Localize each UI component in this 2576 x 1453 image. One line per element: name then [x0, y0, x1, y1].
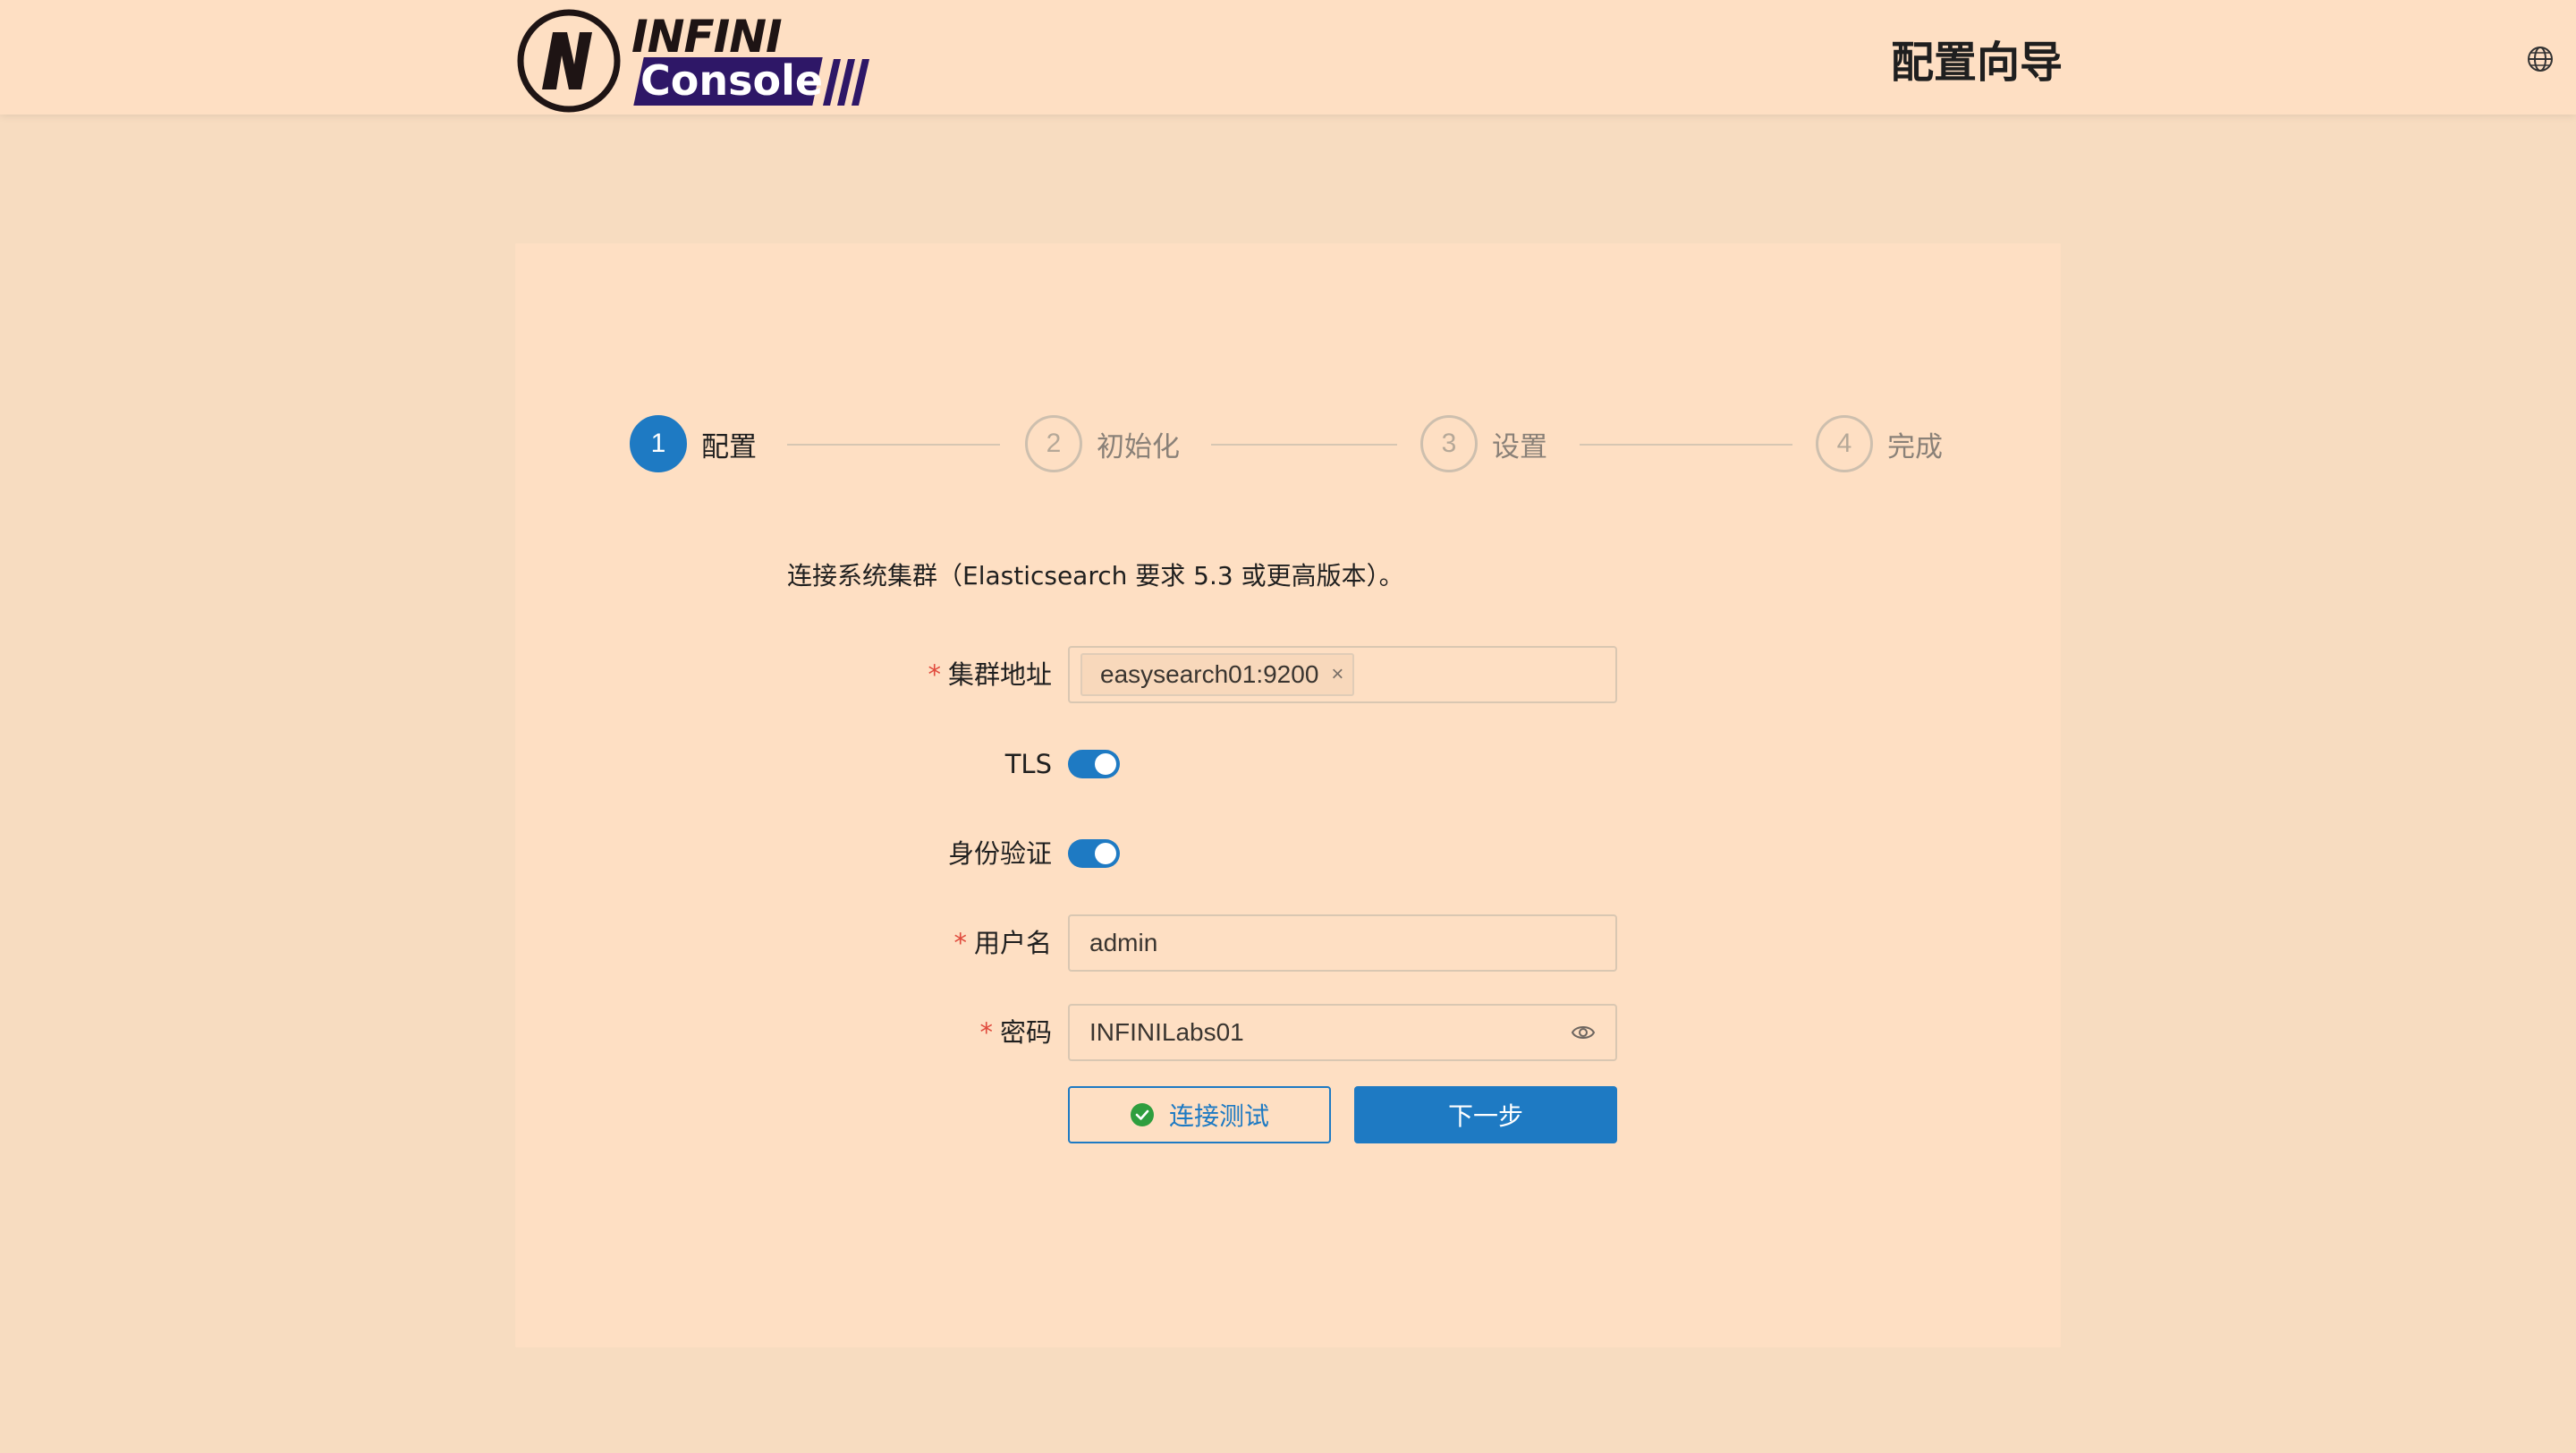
step-initialize: 2 初始化	[1025, 415, 1180, 472]
username-label: * 用户名	[784, 925, 1052, 961]
step-complete: 4 完成	[1816, 415, 1943, 472]
step-label: 配置	[701, 430, 757, 463]
password-label-text: 密码	[999, 1017, 1052, 1048]
tag-close-icon[interactable]: ×	[1331, 662, 1343, 687]
step-connector	[1211, 444, 1397, 446]
username-value: admin	[1089, 929, 1158, 956]
step-connector	[1580, 444, 1792, 446]
logo-stripes-icon	[823, 59, 869, 106]
step-number: 1	[630, 415, 687, 472]
check-circle-icon	[1130, 1103, 1154, 1126]
auth-label: 身份验证	[947, 838, 1052, 869]
setup-steps: 1 配置 2 初始化 3 设置 4 完成	[630, 415, 1946, 472]
cluster-address-input[interactable]: easysearch01:9200 ×	[1068, 646, 1617, 703]
password-value: INFINILabs01	[1089, 1018, 1244, 1046]
username-label-text: 用户名	[973, 928, 1052, 958]
logo-mark-icon	[517, 9, 621, 113]
page-title: 配置向导	[1890, 38, 2063, 88]
password-label: * 密码	[784, 1015, 1052, 1050]
password-input[interactable]: INFINILabs01	[1068, 1004, 1617, 1061]
cluster-address-label-text: 集群地址	[947, 659, 1052, 690]
required-mark: *	[953, 928, 967, 958]
connection-test-label: 连接测试	[1168, 1101, 1269, 1131]
required-mark: *	[928, 659, 941, 690]
step-number: 3	[1420, 415, 1478, 472]
username-input[interactable]: admin	[1068, 914, 1617, 972]
top-header: INFINI Console 配置向导	[0, 0, 2576, 115]
cluster-address-tag-text: easysearch01:9200	[1100, 660, 1319, 688]
cluster-address-label: * 集群地址	[784, 657, 1052, 693]
tls-label: TLS	[1004, 749, 1052, 779]
globe-icon[interactable]	[2526, 45, 2555, 73]
toggle-knob	[1095, 843, 1116, 864]
step-connector	[787, 444, 1000, 446]
cluster-address-tag: easysearch01:9200 ×	[1080, 653, 1355, 696]
setup-card	[515, 243, 2061, 1347]
step-label: 初始化	[1097, 430, 1180, 463]
step-number: 2	[1025, 415, 1082, 472]
form-description: 连接系统集群（Elasticsearch 要求 5.3 或更高版本）。	[787, 561, 1404, 591]
step-settings: 3 设置	[1420, 415, 1547, 472]
step-label: 设置	[1492, 430, 1547, 463]
next-step-button[interactable]: 下一步	[1354, 1086, 1617, 1143]
auth-toggle[interactable]	[1068, 839, 1120, 868]
step-label: 完成	[1887, 430, 1943, 463]
tls-toggle[interactable]	[1068, 750, 1120, 778]
toggle-knob	[1095, 753, 1116, 775]
step-config: 1 配置	[630, 415, 757, 472]
required-mark: *	[979, 1017, 993, 1048]
eye-icon[interactable]	[1571, 1022, 1596, 1043]
logo-console-text: Console	[640, 56, 824, 105]
connection-test-button[interactable]: 连接测试	[1068, 1086, 1331, 1143]
infini-console-logo[interactable]: INFINI Console	[515, 5, 873, 115]
step-number: 4	[1816, 415, 1873, 472]
